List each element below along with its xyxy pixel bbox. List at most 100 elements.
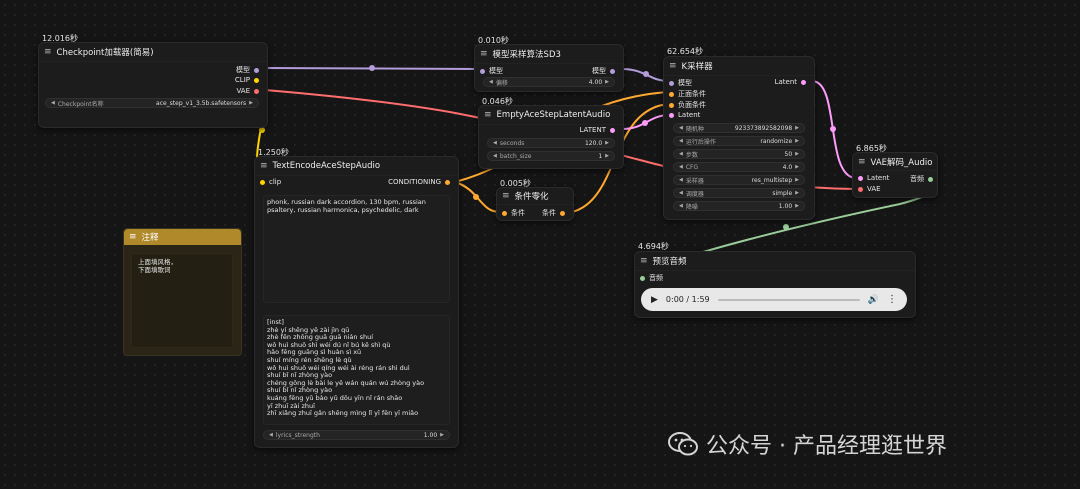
- vae-header[interactable]: ≡ VAE解码_Audio: [853, 153, 937, 171]
- note-textarea[interactable]: 上面填风格， 下面填歌词: [131, 253, 233, 348]
- slot-dot-icon[interactable]: [560, 210, 565, 216]
- menu-icon[interactable]: ≡: [44, 47, 52, 57]
- arrow-right-icon[interactable]: ▶: [795, 138, 799, 144]
- output-model[interactable]: 模型: [236, 65, 259, 75]
- vae-decode-node[interactable]: ≡ VAE解码_Audio Latent VAE 音频: [852, 152, 938, 198]
- audio-progress-bar[interactable]: [717, 298, 860, 301]
- arrow-left-icon[interactable]: ◀: [493, 140, 497, 146]
- batch-size-widget[interactable]: ◀ batch_size 1 ▶: [487, 151, 615, 161]
- output-clip[interactable]: CLIP: [235, 76, 259, 84]
- arrow-right-icon[interactable]: ▶: [605, 140, 609, 146]
- checkpoint-name-widget[interactable]: ◀ Checkpoint名称 ace_step_v1_3.5b.safetenso…: [45, 98, 259, 108]
- slot-dot-icon[interactable]: [669, 80, 674, 86]
- output-model[interactable]: 模型: [592, 66, 615, 76]
- slot-dot-icon[interactable]: [610, 127, 615, 133]
- slot-dot-icon[interactable]: [640, 275, 645, 281]
- seed-widget[interactable]: ◀ 随机种 923373892582098 ▶: [673, 123, 805, 133]
- slot-dot-icon[interactable]: [669, 112, 674, 118]
- menu-icon[interactable]: ≡: [640, 256, 648, 266]
- scheduler-widget[interactable]: ◀ 调度器 simple ▶: [673, 188, 805, 198]
- arrow-left-icon[interactable]: ◀: [493, 153, 497, 159]
- zero-header[interactable]: ≡ 条件零化: [497, 188, 573, 205]
- arrow-left-icon[interactable]: ◀: [489, 79, 493, 85]
- menu-icon[interactable]: ≡: [502, 191, 510, 201]
- lyrics-textarea[interactable]: [inst] zhè yí shēng yě zài jìn qū zhè fē…: [263, 315, 450, 425]
- preview-audio-node[interactable]: ≡ 预览音频 音频 ▶ 0:00 / 1:59 🔊 ⋮: [634, 251, 916, 318]
- menu-icon[interactable]: ≡: [858, 157, 866, 167]
- note-header[interactable]: ≡ 注释: [124, 229, 241, 245]
- arrow-left-icon[interactable]: ◀: [679, 203, 683, 209]
- slot-dot-icon[interactable]: [480, 68, 485, 74]
- arrow-right-icon[interactable]: ▶: [605, 79, 609, 85]
- latent-header[interactable]: ≡ EmptyAceStepLatentAudio: [479, 106, 623, 125]
- slot-dot-icon[interactable]: [669, 91, 674, 97]
- empty-latent-node[interactable]: ≡ EmptyAceStepLatentAudio LATENT ◀ seconds…: [478, 105, 624, 169]
- shift-widget[interactable]: ◀ 偏移 4.00 ▶: [483, 77, 615, 87]
- input-clip[interactable]: clip: [260, 178, 281, 186]
- arrow-right-icon[interactable]: ▶: [440, 432, 444, 438]
- arrow-right-icon[interactable]: ▶: [249, 100, 253, 106]
- arrow-right-icon[interactable]: ▶: [605, 153, 609, 159]
- menu-icon[interactable]: ≡: [480, 49, 488, 59]
- arrow-right-icon[interactable]: ▶: [795, 164, 799, 170]
- sampling-header[interactable]: ≡ 模型采样算法SD3: [475, 45, 623, 64]
- slot-dot-icon[interactable]: [260, 179, 265, 185]
- model-sampling-node[interactable]: ≡ 模型采样算法SD3 模型 模型 ◀ 偏移 4.00 ▶: [474, 44, 624, 92]
- output-conditioning[interactable]: CONDITIONING: [388, 178, 450, 186]
- cfg-widget[interactable]: ◀ CFG 4.0 ▶: [673, 162, 805, 172]
- play-icon[interactable]: ▶: [651, 295, 658, 305]
- denoise-widget[interactable]: ◀ 降噪 1.00 ▶: [673, 201, 805, 211]
- ksampler-node[interactable]: ≡ K采样器 模型 正面条件 负面条件 Latent Latent ◀ 随机种 923…: [663, 56, 815, 220]
- menu-icon[interactable]: ≡: [669, 61, 677, 71]
- checkpoint-header[interactable]: ≡ Checkpoint加载器(简易): [39, 43, 267, 62]
- arrow-left-icon[interactable]: ◀: [679, 177, 683, 183]
- steps-widget[interactable]: ◀ 步数 50 ▶: [673, 149, 805, 159]
- text-encode-node[interactable]: ≡ TextEncodeAceStepAudio clip CONDITIONIN…: [254, 156, 459, 448]
- arrow-left-icon[interactable]: ◀: [51, 100, 55, 106]
- arrow-left-icon[interactable]: ◀: [679, 164, 683, 170]
- conditioning-zero-node[interactable]: ≡ 条件零化 条件 条件: [496, 187, 574, 221]
- arrow-left-icon[interactable]: ◀: [679, 125, 683, 131]
- input-vae[interactable]: VAE: [858, 185, 881, 193]
- input-latent[interactable]: Latent: [858, 174, 889, 182]
- menu-icon[interactable]: ≡: [129, 232, 137, 242]
- input-negative[interactable]: 负面条件: [669, 100, 706, 110]
- note-node[interactable]: ≡ 注释 上面填风格， 下面填歌词: [123, 228, 242, 356]
- output-vae[interactable]: VAE: [236, 87, 259, 95]
- arrow-left-icon[interactable]: ◀: [679, 138, 683, 144]
- seconds-widget[interactable]: ◀ seconds 120.0 ▶: [487, 138, 615, 148]
- arrow-right-icon[interactable]: ▶: [795, 190, 799, 196]
- slot-dot-icon[interactable]: [254, 88, 259, 94]
- menu-icon[interactable]: ≡: [260, 161, 268, 171]
- checkpoint-loader-node[interactable]: ≡ Checkpoint加载器(简易) 模型 CLIP VAE ◀ Checkpoi…: [38, 42, 268, 128]
- arrow-right-icon[interactable]: ▶: [795, 151, 799, 157]
- slot-dot-icon[interactable]: [610, 68, 615, 74]
- input-positive[interactable]: 正面条件: [669, 89, 706, 99]
- input-model[interactable]: 模型: [480, 66, 503, 76]
- input-latent[interactable]: Latent: [669, 111, 700, 119]
- output-latent[interactable]: LATENT: [579, 126, 615, 134]
- arrow-right-icon[interactable]: ▶: [795, 177, 799, 183]
- volume-icon[interactable]: 🔊: [868, 295, 879, 305]
- sampler-widget[interactable]: ◀ 采样器 res_multistep ▶: [673, 175, 805, 185]
- input-conditioning[interactable]: 条件: [502, 208, 525, 218]
- textenc-header[interactable]: ≡ TextEncodeAceStepAudio: [255, 157, 458, 176]
- more-options-icon[interactable]: ⋮: [887, 294, 897, 305]
- slot-dot-icon[interactable]: [254, 67, 259, 73]
- arrow-left-icon[interactable]: ◀: [269, 432, 273, 438]
- slot-dot-icon[interactable]: [801, 79, 806, 85]
- output-conditioning[interactable]: 条件: [542, 208, 565, 218]
- ksampler-header[interactable]: ≡ K采样器: [664, 57, 814, 76]
- output-audio[interactable]: 音频: [910, 174, 933, 184]
- arrow-left-icon[interactable]: ◀: [679, 151, 683, 157]
- arrow-right-icon[interactable]: ▶: [795, 125, 799, 131]
- arrow-left-icon[interactable]: ◀: [679, 190, 683, 196]
- audio-player[interactable]: ▶ 0:00 / 1:59 🔊 ⋮: [641, 288, 907, 311]
- slot-dot-icon[interactable]: [928, 176, 933, 182]
- slot-dot-icon[interactable]: [254, 77, 259, 83]
- input-audio[interactable]: 音频: [640, 273, 663, 283]
- control-after-widget[interactable]: ◀ 运行后操作 randomize ▶: [673, 136, 805, 146]
- slot-dot-icon[interactable]: [858, 186, 863, 192]
- lyrics-strength-widget[interactable]: ◀ lyrics_strength 1.00 ▶: [263, 430, 450, 440]
- slot-dot-icon[interactable]: [669, 102, 674, 108]
